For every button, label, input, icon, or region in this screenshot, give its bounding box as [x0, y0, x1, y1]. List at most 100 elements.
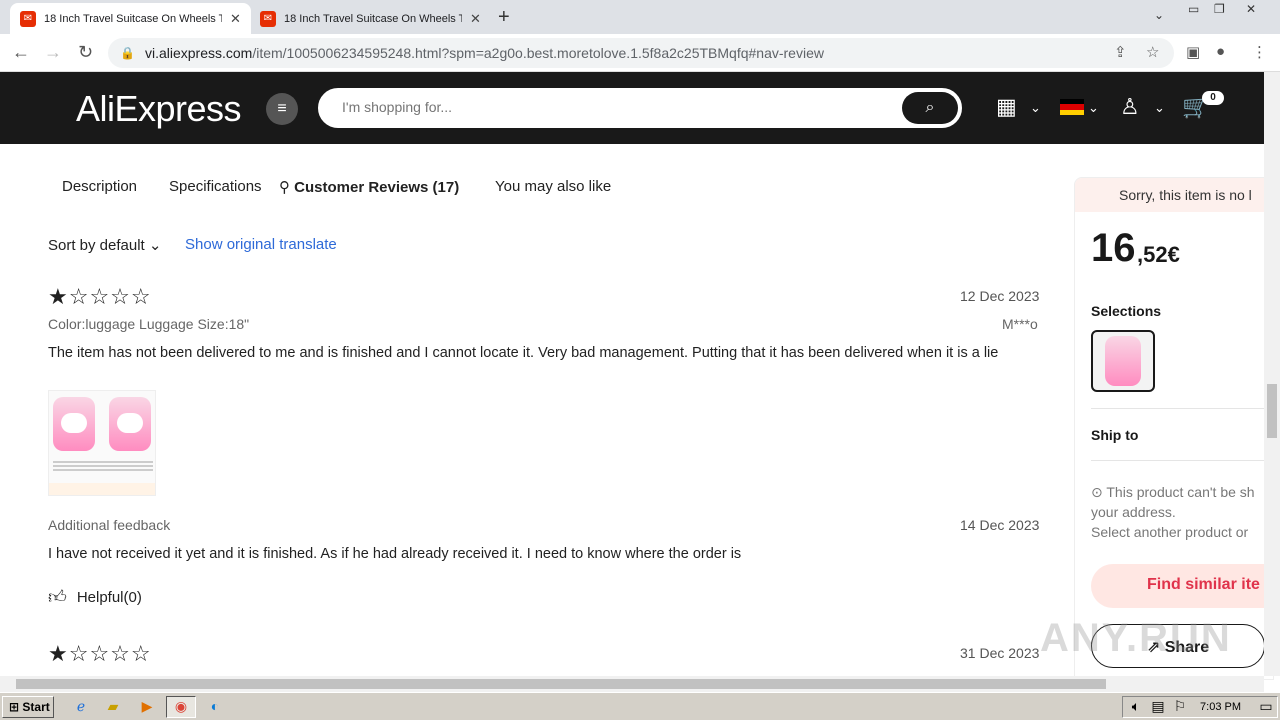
internet-explorer-icon[interactable]: ℯ	[72, 698, 90, 716]
account-icon[interactable]: ♙	[1120, 94, 1140, 120]
helpful-label: Helpful(0)	[76, 588, 142, 606]
close-window-icon[interactable]: ✕	[1246, 2, 1256, 16]
restore-icon[interactable]: ❐	[1214, 2, 1225, 16]
profile-icon[interactable]: ●	[1216, 43, 1225, 60]
back-icon[interactable]: ←	[12, 42, 30, 63]
review-rating-stars: ★☆☆☆☆	[48, 284, 152, 309]
chevron-down-icon[interactable]: ⌄	[1030, 100, 1041, 116]
aliexpress-favicon-icon: ✉	[260, 10, 276, 27]
chevron-down-icon: ⌄	[148, 237, 162, 254]
ship-message: ⊙ This product can't be sh your address.…	[1091, 482, 1273, 542]
url-path: /item/1005006234595248.html?spm=a2g0o.be…	[252, 45, 824, 61]
chevron-down-icon[interactable]: ⌄	[1154, 100, 1165, 116]
aliexpress-favicon-icon: ✉	[20, 10, 36, 27]
minimize-icon[interactable]: ▭	[1188, 2, 1199, 16]
system-tray: 🔈︎ ▤ ⚐ 7:03 PM ▭	[1122, 696, 1278, 718]
hello-kitty-face	[117, 413, 143, 433]
windows-logo-icon: ⊞	[9, 700, 20, 714]
aliexpress-logo[interactable]: AliExpress	[76, 88, 242, 130]
horizontal-scroll-thumb[interactable]	[16, 679, 1106, 689]
flag-icon[interactable]: ⚐	[1171, 698, 1189, 716]
browser-tab-title: 18 Inch Travel Suitcase On Wheels Tr	[284, 12, 462, 25]
browser-tab-1[interactable]: ✉ 18 Inch Travel Suitcase On Wheels Tr ✕	[10, 3, 251, 34]
germany-flag-icon[interactable]	[1060, 99, 1084, 115]
search-button[interactable]: ⌕	[902, 92, 958, 124]
chrome-icon: ◉	[174, 698, 188, 714]
show-original-translate-link[interactable]: Show original translate	[185, 236, 337, 253]
chevron-down-icon[interactable]: ⌄	[1088, 100, 1099, 116]
volume-icon[interactable]: 🔈︎	[1127, 698, 1145, 716]
ship-to-label: Ship to	[1091, 427, 1139, 443]
sort-dropdown[interactable]: Sort by default ⌄	[48, 236, 161, 254]
review-rating-stars: ★☆☆☆☆	[48, 641, 152, 666]
tab-search-icon[interactable]: ⌄	[1154, 8, 1164, 22]
reload-icon[interactable]: ↻	[78, 42, 93, 63]
media-player-icon[interactable]: ▶	[138, 698, 156, 716]
browser-tab-title: 18 Inch Travel Suitcase On Wheels Tr	[44, 12, 222, 25]
ship-message-line: your address.	[1091, 504, 1176, 520]
review-variant: Color:luggage Luggage Size:18"	[48, 316, 250, 332]
edge-icon[interactable]: ◐	[206, 698, 224, 716]
review-date: 31 Dec 2023	[960, 645, 1040, 661]
search-input[interactable]	[342, 99, 882, 115]
qr-code-icon[interactable]: ▦	[996, 94, 1017, 120]
price-integer: 16	[1091, 226, 1136, 270]
search-bar: ⌕	[318, 88, 962, 128]
unavailable-notice: Sorry, this item is no l	[1075, 178, 1273, 212]
cart-count-badge: 0	[1202, 91, 1224, 105]
tab-customer-reviews-label: Customer Reviews (17)	[294, 179, 460, 196]
review-date: 12 Dec 2023	[960, 288, 1040, 304]
address-bar[interactable]: 🔒 vi.aliexpress.com/item/100500623459524…	[108, 38, 1174, 68]
forward-icon[interactable]: →	[44, 42, 62, 63]
folder-icon[interactable]: ▰	[104, 698, 122, 716]
divider	[1091, 460, 1273, 461]
close-tab-icon[interactable]: ✕	[470, 11, 481, 27]
side-panel-icon[interactable]: ▣	[1186, 43, 1200, 61]
start-button[interactable]: ⊞ Start	[2, 696, 54, 718]
ship-message-line: ⊙ This product can't be sh	[1091, 484, 1255, 500]
horizontal-scrollbar[interactable]	[0, 676, 1264, 692]
vertical-scroll-thumb[interactable]	[1267, 384, 1277, 438]
additional-feedback-date: 14 Dec 2023	[960, 517, 1040, 533]
sort-label: Sort by default	[48, 237, 145, 254]
url-host: vi.aliexpress.com	[144, 45, 253, 61]
windows-taskbar: ⊞ Start ℯ ▰ ▶ ◉ ◐ 🔈︎ ▤ ⚐ 7:03 PM ▭	[0, 692, 1280, 720]
purchase-panel: Sorry, this item is no l 16 ,52€ Selecti…	[1074, 177, 1274, 680]
bookmark-star-icon[interactable]: ☆	[1146, 43, 1159, 61]
show-desktop-icon[interactable]: ▭	[1257, 698, 1275, 716]
browser-tab-2[interactable]: ✉ 18 Inch Travel Suitcase On Wheels Tr ✕	[250, 3, 491, 34]
network-icon[interactable]: ▤	[1149, 698, 1167, 716]
thumbs-up-icon: 👍︎	[48, 587, 67, 607]
tab-you-may-also-like[interactable]: You may also like	[495, 178, 611, 195]
start-label: Start	[22, 700, 50, 714]
share-page-icon[interactable]: ⇪	[1114, 43, 1127, 61]
review-text: The item has not been delivered to me an…	[48, 345, 999, 361]
additional-feedback-text: I have not received it yet and it is fin…	[48, 546, 742, 562]
lock-icon: 🔒	[120, 46, 135, 60]
photo-warning-banner	[49, 483, 155, 495]
tab-customer-reviews[interactable]: ⚲ Customer Reviews (17)	[279, 178, 459, 196]
search-icon: ⌕	[925, 99, 935, 116]
close-tab-icon[interactable]: ✕	[230, 11, 241, 27]
browser-tab-strip: ✉ 18 Inch Travel Suitcase On Wheels Tr ✕…	[0, 0, 1280, 34]
hamburger-icon: ≡	[277, 100, 287, 117]
location-pin-icon: ⚲	[279, 179, 295, 196]
selections-label: Selections	[1091, 303, 1162, 319]
hello-kitty-face	[61, 413, 87, 433]
divider	[1091, 408, 1273, 409]
selection-thumbnail[interactable]	[1091, 330, 1155, 392]
find-similar-button[interactable]: Find similar ite	[1091, 564, 1273, 608]
review-photo[interactable]	[48, 390, 156, 496]
tab-description[interactable]: Description	[62, 178, 137, 195]
tab-specifications[interactable]: Specifications	[169, 178, 262, 195]
watermark: ANY.RUN	[1040, 616, 1232, 660]
vertical-scrollbar[interactable]	[1264, 72, 1280, 676]
browser-menu-icon[interactable]: ⋮	[1252, 43, 1267, 61]
chrome-taskbar-button[interactable]: ◉	[166, 696, 196, 718]
taskbar-clock: 7:03 PM	[1200, 701, 1241, 713]
helpful-button[interactable]: 👍︎ Helpful(0)	[48, 586, 142, 608]
review-author: M***o	[1002, 316, 1038, 332]
new-tab-icon[interactable]: +	[498, 6, 510, 29]
price-decimal: ,52€	[1137, 242, 1180, 267]
category-menu-button[interactable]: ≡	[266, 93, 298, 125]
